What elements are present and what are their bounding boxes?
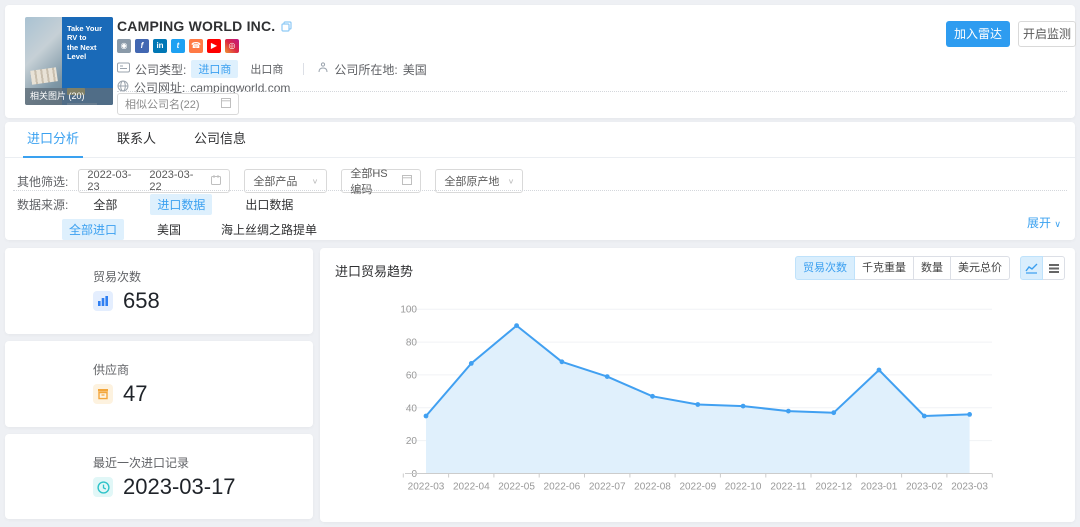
svg-text:60: 60 [406, 370, 418, 381]
website-icon[interactable]: ◉ [117, 39, 131, 53]
svg-text:2023-02: 2023-02 [906, 482, 943, 493]
data-source-label: 数据来源: [17, 196, 68, 213]
id-card-icon [117, 62, 130, 76]
thumbnail-photo-detail [30, 67, 58, 84]
svg-text:100: 100 [400, 305, 417, 316]
svg-text:2022-11: 2022-11 [770, 482, 806, 493]
tab-import-analysis[interactable]: 进口分析 [27, 122, 79, 158]
window-icon [402, 175, 412, 188]
svg-text:2022-07: 2022-07 [589, 482, 626, 493]
twitter-icon[interactable]: t [171, 39, 185, 53]
company-name: CAMPING WORLD INC. [117, 18, 292, 35]
metric-quantity-button[interactable]: 数量 [913, 256, 951, 280]
table-view-icon[interactable] [1042, 256, 1065, 280]
tab-contacts[interactable]: 联系人 [117, 122, 156, 158]
source-option-maritime-silk-road[interactable]: 海上丝绸之路提单 [214, 219, 324, 240]
store-icon [93, 384, 113, 404]
tabs-filters-card: 进口分析 联系人 公司信息 其他筛选: 2022-03-23 2023-03-2… [5, 122, 1075, 240]
linkedin-icon[interactable]: in [153, 39, 167, 53]
other-filters-label: 其他筛选: [17, 173, 68, 190]
view-toggle-group [1020, 256, 1065, 280]
metric-kg-weight-button[interactable]: 千克重量 [854, 256, 914, 280]
related-images-overlay[interactable]: 相关图片 (20) [25, 88, 113, 105]
svg-text:2022-12: 2022-12 [815, 482, 852, 493]
chart-title: 进口贸易趋势 [335, 261, 413, 280]
svg-text:2022-06: 2022-06 [544, 482, 581, 493]
svg-text:2022-04: 2022-04 [453, 482, 490, 493]
data-source-row1: 数据来源: 全部 进口数据 出口数据 [5, 194, 326, 215]
location-label: 公司所在地: [334, 61, 397, 78]
svg-text:40: 40 [406, 403, 418, 414]
svg-text:2023-01: 2023-01 [861, 482, 898, 493]
metric-usd-total-button[interactable]: 美元总价 [950, 256, 1010, 280]
trade-count-card: 贸易次数 658 [5, 248, 313, 334]
filter-dotted-divider [13, 190, 1067, 191]
social-icons-row: ◉ fint ☎ ▶ ◎ [117, 39, 239, 53]
start-monitor-button[interactable]: 开启监测 [1018, 21, 1076, 47]
suppliers-value: 47 [123, 381, 147, 407]
trend-chart: 0 20 40 60 80 100 2022-03 2022-04 2022-05 2022-06… [320, 286, 1075, 521]
source-option-all[interactable]: 全部 [86, 194, 124, 215]
svg-text:2022-10: 2022-10 [725, 482, 762, 493]
line-chart-view-icon[interactable] [1020, 256, 1043, 280]
source-option-usa[interactable]: 美国 [150, 219, 188, 240]
clock-icon [93, 477, 113, 497]
company-header-card: Take Your RV to the Next Level 相关图片 (20)… [5, 5, 1075, 118]
svg-text:20: 20 [406, 436, 418, 447]
import-trend-card: 进口贸易趋势 贸易次数 千克重量 数量 美元总价 0 20 40 60 80 100 202… [320, 248, 1075, 522]
metric-trade-count-button[interactable]: 贸易次数 [795, 256, 855, 280]
header-dotted-divider [117, 91, 1067, 92]
org-icon [317, 62, 329, 76]
company-type-row: 公司类型: 进口商 出口商 公司所在地: 美国 [117, 60, 427, 78]
source-option-export-data[interactable]: 出口数据 [238, 194, 300, 215]
trade-count-label: 贸易次数 [93, 268, 141, 285]
svg-text:80: 80 [406, 338, 418, 349]
vertical-divider [303, 63, 304, 75]
data-source-row2: 全部进口 美国 海上丝绸之路提单 [62, 219, 350, 240]
metric-button-group: 贸易次数 千克重量 数量 美元总价 [795, 256, 1010, 280]
svg-text:2022-05: 2022-05 [498, 482, 535, 493]
svg-text:2022-09: 2022-09 [679, 482, 716, 493]
latest-import-card: 最近一次进口记录 2023-03-17 [5, 434, 313, 519]
location-value: 美国 [403, 61, 427, 78]
copy-icon[interactable] [281, 19, 292, 35]
tab-bar: 进口分析 联系人 公司信息 [5, 122, 1075, 158]
chevron-down-icon: ∨ [508, 177, 515, 186]
instagram-icon[interactable]: ◎ [225, 39, 239, 53]
facebook-icon[interactable]: f [135, 39, 149, 53]
phone-icon[interactable]: ☎ [189, 39, 203, 53]
tab-company-info[interactable]: 公司信息 [194, 122, 246, 158]
expand-link[interactable]: 展开 ∨ [1027, 214, 1061, 231]
company-type-label: 公司类型: [135, 61, 186, 78]
svg-text:2022-08: 2022-08 [634, 482, 671, 493]
join-radar-button[interactable]: 加入雷达 [946, 21, 1010, 47]
youtube-icon[interactable]: ▶ [207, 39, 221, 53]
window-icon [221, 98, 231, 111]
company-thumbnail[interactable]: Take Your RV to the Next Level 相关图片 (20) [25, 17, 113, 105]
source-option-all-import[interactable]: 全部进口 [62, 219, 124, 240]
latest-import-value: 2023-03-17 [123, 474, 236, 500]
suppliers-label: 供应商 [93, 361, 129, 378]
thumbnail-ad-text-line1: Take Your RV to [67, 24, 109, 43]
svg-text:2022-03: 2022-03 [408, 482, 445, 493]
calendar-icon [211, 175, 221, 188]
thumbnail-ad-text-line2: the Next Level [67, 43, 109, 62]
suppliers-card: 供应商 47 [5, 341, 313, 427]
source-option-import-data[interactable]: 进口数据 [150, 194, 212, 215]
similar-company-input[interactable]: 相似公司名(22) [117, 93, 239, 115]
latest-import-label: 最近一次进口记录 [93, 454, 189, 471]
svg-text:0: 0 [411, 469, 417, 480]
svg-text:2023-03: 2023-03 [951, 482, 988, 493]
chevron-down-icon: ∨ [1054, 219, 1061, 229]
trade-count-value: 658 [123, 288, 160, 314]
chevron-down-icon: ∨ [312, 177, 319, 186]
bar-chart-icon [93, 291, 113, 311]
importer-tag: 进口商 [191, 60, 238, 78]
exporter-tag: 出口商 [243, 60, 290, 78]
